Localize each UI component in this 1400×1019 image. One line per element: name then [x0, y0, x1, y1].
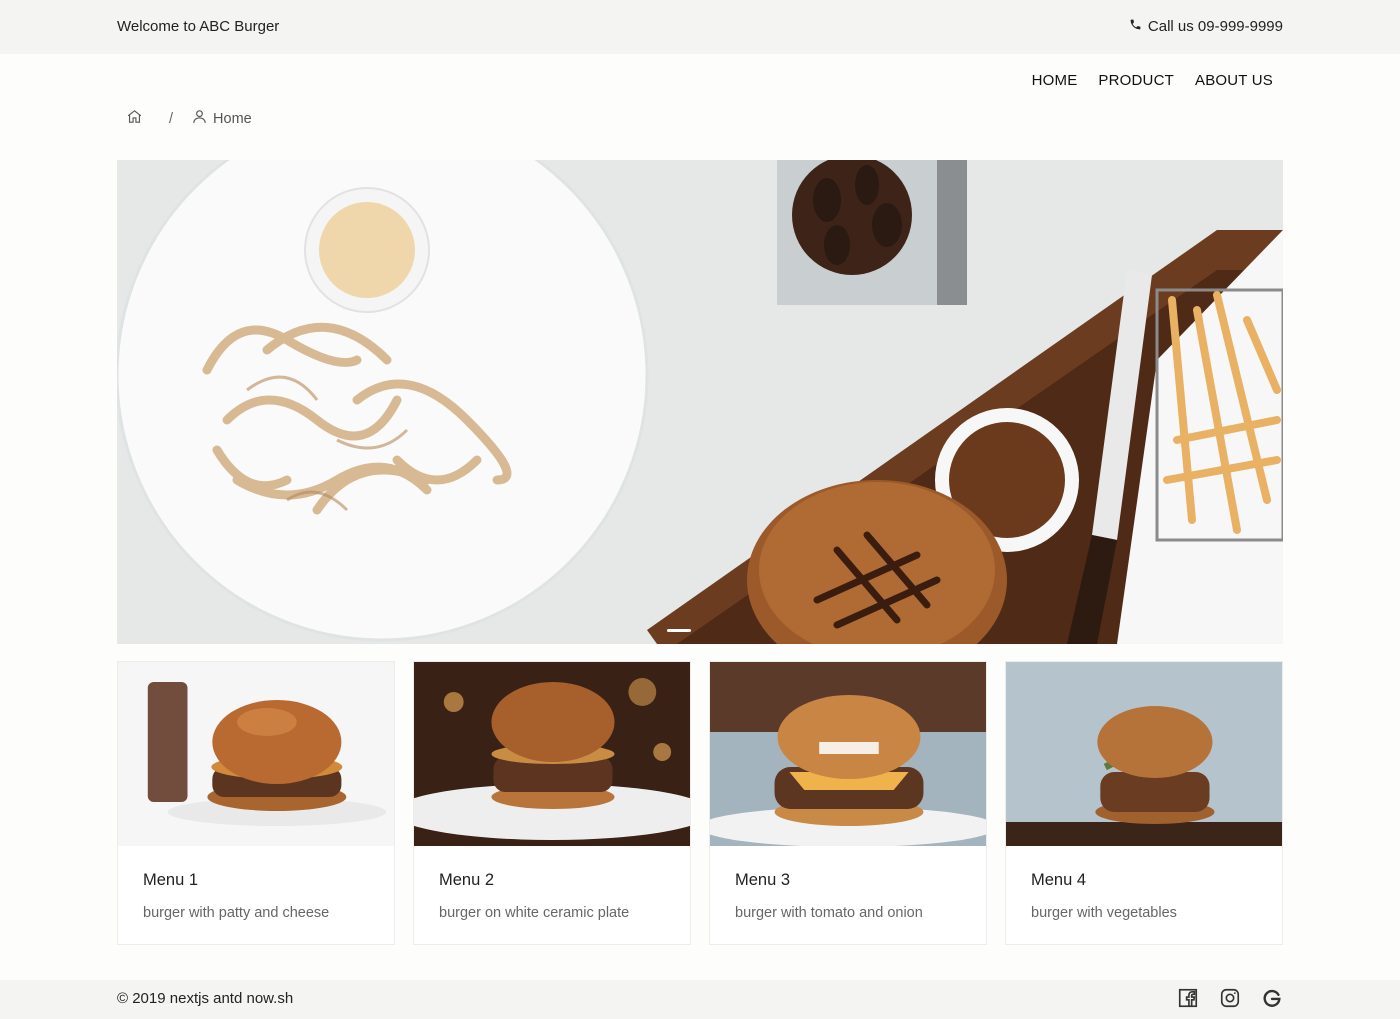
menu-card-description: burger with vegetables [1031, 905, 1177, 921]
phone-icon [1129, 18, 1142, 35]
menu-card-title: Menu 2 [439, 871, 495, 889]
facebook-icon[interactable] [1177, 987, 1199, 1009]
nav-about-us[interactable]: ABOUT US [1195, 72, 1273, 89]
menu-card-image [710, 662, 986, 846]
menu-card-description: burger with tomato and onion [735, 905, 923, 921]
carousel-indicator-active[interactable] [667, 629, 691, 632]
menu-card[interactable]: Menu 2 burger on white ceramic plate [413, 661, 691, 945]
breadcrumb: / Home [126, 108, 252, 129]
google-icon[interactable] [1261, 987, 1283, 1009]
menu-card-image [118, 662, 394, 846]
home-icon[interactable] [126, 108, 143, 129]
call-text: Call us 09-999-9999 [1147, 18, 1283, 35]
social-links [1177, 987, 1283, 1009]
breadcrumb-separator: / [169, 110, 174, 127]
main-nav: HOME PRODUCT ABOUT US [1032, 72, 1273, 89]
nav-product[interactable]: PRODUCT [1098, 72, 1174, 89]
call-us[interactable]: Call us 09-999-9999 [1129, 18, 1283, 35]
menu-card-image [414, 662, 690, 846]
menu-card-title: Menu 3 [735, 871, 791, 889]
menu-cards: Menu 1 burger with patty and cheese Menu… [117, 661, 1283, 945]
welcome-text: Welcome to ABC Burger [117, 18, 280, 35]
breadcrumb-current[interactable]: Home [191, 108, 252, 129]
footer: © 2019 nextjs antd now.sh [0, 980, 1400, 1019]
menu-card-description: burger with patty and cheese [143, 905, 330, 921]
user-icon [191, 108, 208, 129]
menu-card-title: Menu 1 [143, 871, 199, 889]
menu-card-title: Menu 4 [1031, 871, 1087, 889]
copyright-text: © 2019 nextjs antd now.sh [117, 990, 294, 1007]
menu-card[interactable]: Menu 4 burger with vegetables [1005, 661, 1283, 945]
nav-home[interactable]: HOME [1032, 72, 1078, 89]
menu-card[interactable]: Menu 1 burger with patty and cheese [117, 661, 395, 945]
menu-card-image [1006, 662, 1282, 846]
hero-carousel[interactable] [117, 160, 1283, 644]
breadcrumb-label: Home [213, 110, 252, 127]
menu-card-description: burger on white ceramic plate [439, 905, 630, 921]
instagram-icon[interactable] [1219, 987, 1241, 1009]
top-bar: Welcome to ABC Burger Call us 09-999-999… [0, 0, 1400, 54]
hero-image [117, 160, 1283, 644]
menu-card[interactable]: Menu 3 burger with tomato and onion [709, 661, 987, 945]
